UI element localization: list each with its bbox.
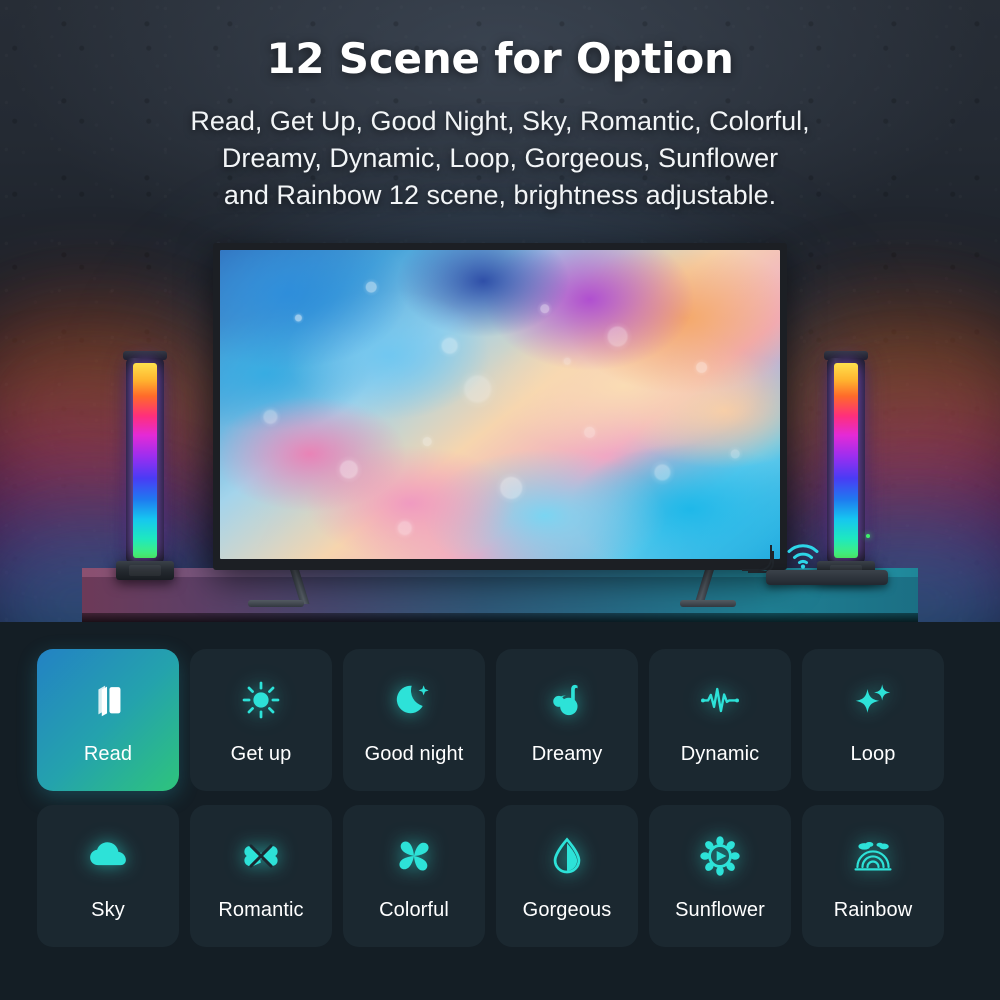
television-screen (220, 250, 780, 559)
sunflower-icon (698, 813, 742, 899)
water-drop-icon (545, 813, 589, 899)
pinwheel-icon (392, 813, 436, 899)
scene-label: Sunflower (675, 899, 765, 921)
scene-tile-dreamy[interactable]: Dreamy (496, 649, 638, 791)
scene-tile-good-night[interactable]: Good night (343, 649, 485, 791)
tv-console-shadow (82, 613, 918, 622)
scene-label: Get up (230, 743, 292, 765)
soundbar-device (766, 570, 888, 585)
waveform-icon (698, 657, 742, 743)
scene-tile-loop[interactable]: Loop (802, 649, 944, 791)
page-title: 12 Scene for Option (266, 34, 734, 83)
light-bar-base-left (116, 561, 174, 580)
clover-icon (239, 813, 283, 899)
light-bar-led-left (133, 363, 157, 558)
scene-panel: Read Get up Good night Dreamy Dynamic Lo… (0, 622, 1000, 1000)
scene-label: Read (83, 743, 133, 765)
light-bar-body-right (827, 358, 865, 563)
scene-label: Good night (364, 743, 464, 765)
scene-label: Loop (850, 743, 896, 765)
right-glow-red (760, 300, 1000, 510)
scene-label: Rainbow (833, 899, 913, 921)
power-indicator-led (866, 534, 870, 538)
scene-tile-gorgeous[interactable]: Gorgeous (496, 805, 638, 947)
hero-section: 12 Scene for Option Read, Get Up, Good N… (0, 0, 1000, 622)
scene-tile-colorful[interactable]: Colorful (343, 805, 485, 947)
scene-tile-rainbow[interactable]: Rainbow (802, 805, 944, 947)
cloud-icon (86, 813, 130, 899)
tv-foot-right (680, 600, 736, 607)
tv-foot-left (248, 600, 304, 607)
scene-label: Dreamy (531, 743, 603, 765)
left-glow-red (0, 300, 240, 510)
scene-tile-sky[interactable]: Sky (37, 805, 179, 947)
scene-label: Colorful (379, 899, 449, 921)
screen-sheen (220, 250, 780, 559)
scene-label: Sky (91, 899, 125, 921)
subtitle-line-1: Read, Get Up, Good Night, Sky, Romantic,… (190, 106, 810, 136)
wifi-icon (786, 541, 820, 569)
scene-label: Dynamic (680, 743, 760, 765)
book-icon (85, 657, 131, 743)
subtitle-line-2: Dreamy, Dynamic, Loop, Gorgeous, Sunflow… (221, 143, 779, 173)
scene-tile-read[interactable]: Read (37, 649, 179, 791)
music-note-icon (545, 657, 589, 743)
scene-tile-dynamic[interactable]: Dynamic (649, 649, 791, 791)
scene-grid: Read Get up Good night Dreamy Dynamic Lo… (37, 649, 944, 947)
rgb-light-bar-left (116, 351, 174, 580)
scene-label: Romantic (218, 899, 304, 921)
moon-icon (392, 657, 436, 743)
screen-wallpaper-bubbles (220, 250, 780, 559)
sun-icon (239, 657, 283, 743)
scene-label: Gorgeous (522, 899, 612, 921)
light-bar-body-left (126, 358, 164, 563)
subtitle-line-3: and Rainbow 12 scene, brightness adjusta… (223, 180, 777, 210)
rgb-light-bar-right (817, 351, 875, 580)
television (213, 243, 787, 570)
right-glow-yellow (780, 330, 1000, 500)
rainbow-icon (851, 813, 895, 899)
scene-tile-sunflower[interactable]: Sunflower (649, 805, 791, 947)
left-glow-yellow (0, 330, 220, 500)
scene-tile-get-up[interactable]: Get up (190, 649, 332, 791)
sparkles-icon (851, 657, 895, 743)
page-subtitle: Read, Get Up, Good Night, Sky, Romantic,… (70, 103, 930, 214)
light-bar-led-right (834, 363, 858, 558)
scene-tile-romantic[interactable]: Romantic (190, 805, 332, 947)
